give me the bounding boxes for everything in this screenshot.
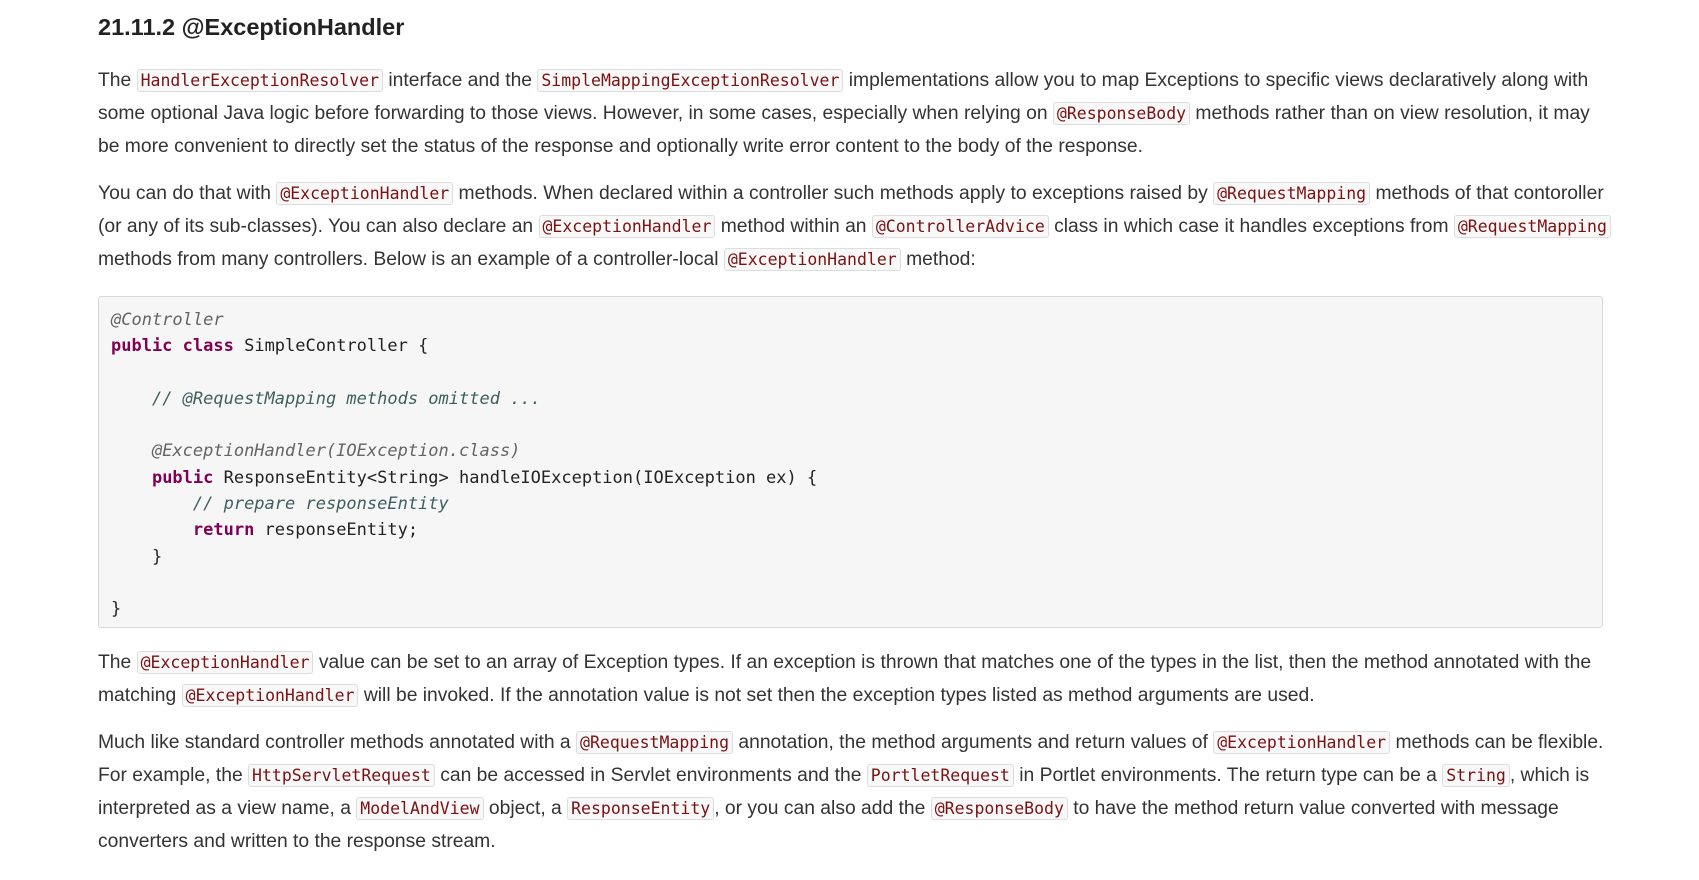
inline-code: @ExceptionHandler: [276, 182, 454, 205]
paragraph-value: The @ExceptionHandler value can be set t…: [98, 651, 1592, 707]
code-comment: // prepare responseEntity: [192, 494, 449, 515]
inline-code: @ExceptionHandler: [136, 651, 314, 674]
section-heading: 21.11.2 @ExceptionHandler: [98, 14, 405, 40]
inline-code: @ExceptionHandler: [538, 215, 716, 238]
code-comment: // @RequestMapping methods omitted ...: [151, 388, 541, 409]
code-annotation: @Controller: [111, 310, 224, 330]
inline-code: @ControllerAdvice: [871, 215, 1049, 238]
inline-code: ModelAndView: [356, 797, 484, 820]
code-listing: @Controller public class SimpleControlle…: [111, 310, 818, 620]
inline-code: ResponseEntity: [567, 797, 715, 820]
inline-code: HandlerExceptionResolver: [136, 69, 384, 92]
inline-code: String: [1442, 764, 1510, 787]
inline-code: @ResponseBody: [930, 797, 1068, 820]
inline-code: @RequestMapping: [1213, 182, 1371, 205]
inline-code: @ResponseBody: [1052, 102, 1191, 125]
code-annotation: @ExceptionHandler(IOException.class): [151, 441, 521, 462]
inline-code: @ExceptionHandler: [723, 248, 901, 271]
paragraph-usage: You can do that with @ExceptionHandler m…: [98, 177, 1613, 276]
inline-code: HttpServletRequest: [248, 764, 435, 787]
document-page: 21.11.2 @ExceptionHandler The HandlerExc…: [0, 0, 1618, 858]
inline-code: PortletRequest: [866, 764, 1014, 787]
paragraph-flexibility: Much like standard controller methods an…: [98, 731, 1604, 852]
code-example-block[interactable]: @Controller public class SimpleControlle…: [98, 296, 1603, 628]
inline-code: @RequestMapping: [576, 731, 734, 754]
inline-code: @ExceptionHandler: [1213, 731, 1391, 754]
inline-code: @ExceptionHandler: [181, 684, 359, 707]
inline-code: @RequestMapping: [1453, 215, 1611, 238]
inline-code: SimpleMappingExceptionResolver: [537, 69, 844, 92]
paragraph-intro: The HandlerExceptionResolver interface a…: [98, 69, 1590, 157]
